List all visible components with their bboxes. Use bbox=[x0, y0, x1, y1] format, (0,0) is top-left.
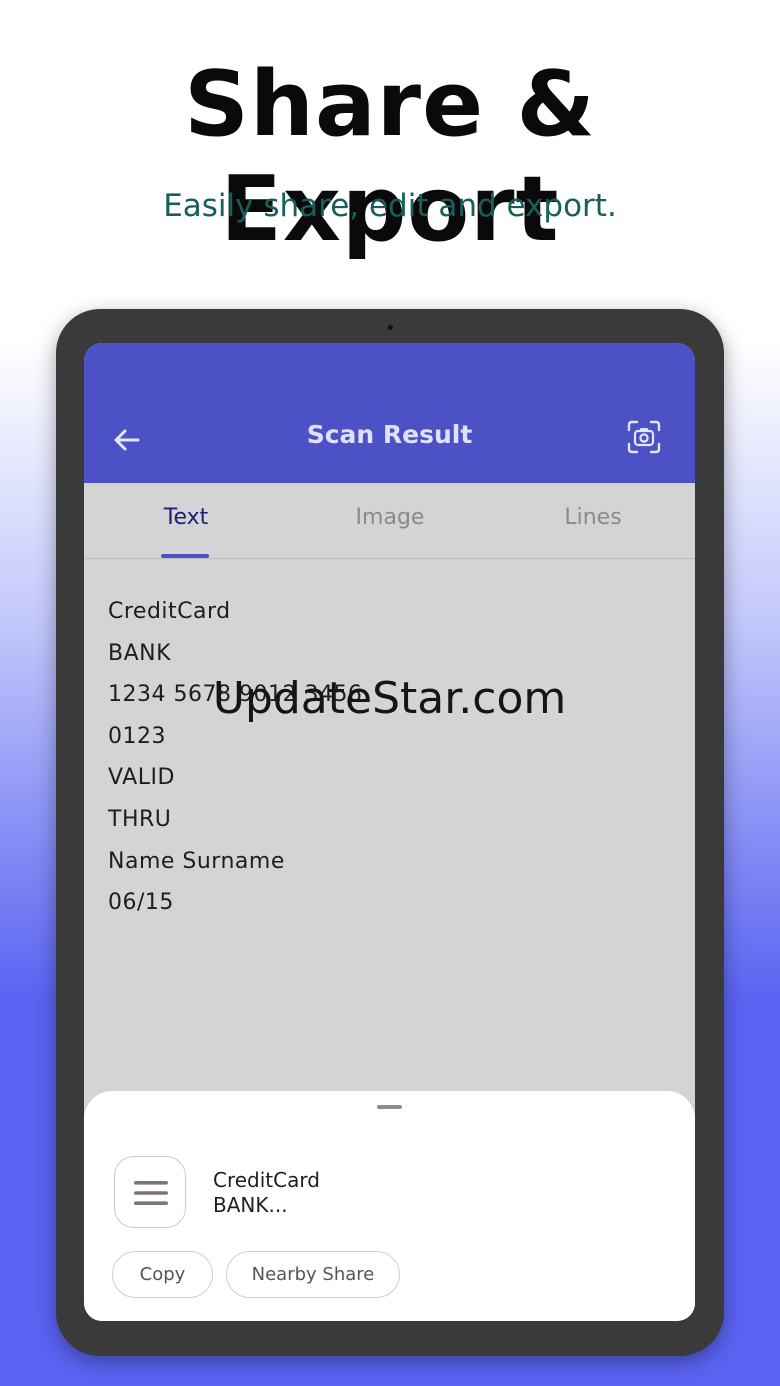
text-line: 1234 5678 9012 3456 bbox=[108, 682, 363, 708]
app-bar: Scan Result bbox=[84, 343, 695, 483]
drag-handle[interactable] bbox=[377, 1105, 402, 1109]
text-line: Name Surname bbox=[108, 848, 285, 874]
app-screen: Scan Result Text Image Lines CreditCard … bbox=[84, 343, 695, 1321]
recognized-text[interactable]: CreditCard BANK 1234 5678 9012 3456 0123… bbox=[108, 591, 668, 924]
tab-lines[interactable]: Lines bbox=[491, 505, 695, 530]
tab-text[interactable]: Text bbox=[84, 505, 288, 530]
nearby-share-button[interactable]: Nearby Share bbox=[226, 1251, 400, 1298]
text-line: 06/15 bbox=[108, 890, 174, 916]
headline: Share & Export bbox=[184, 52, 596, 262]
front-camera bbox=[388, 325, 393, 330]
text-line: VALID bbox=[108, 765, 175, 791]
subheadline: Easily share, edit and export. bbox=[163, 188, 617, 224]
preview-line: BANK... bbox=[213, 1193, 288, 1217]
camera-scan-icon[interactable] bbox=[626, 419, 662, 455]
text-lines-icon bbox=[114, 1156, 186, 1228]
share-preview-text: CreditCard BANK... bbox=[213, 1168, 320, 1218]
tab-image[interactable]: Image bbox=[288, 505, 492, 530]
text-line: BANK bbox=[108, 640, 172, 666]
tab-bar: Text Image Lines bbox=[84, 483, 695, 559]
text-line: 0123 bbox=[108, 723, 166, 749]
copy-button[interactable]: Copy bbox=[112, 1251, 213, 1298]
text-line: THRU bbox=[108, 806, 172, 832]
tablet-frame: Scan Result Text Image Lines CreditCard … bbox=[56, 309, 724, 1356]
preview-line: CreditCard bbox=[213, 1168, 320, 1192]
screen-title: Scan Result bbox=[306, 420, 473, 449]
share-sheet: CreditCard BANK... Copy Nearby Share bbox=[84, 1091, 695, 1321]
active-tab-indicator bbox=[161, 554, 209, 558]
text-line: CreditCard bbox=[108, 599, 231, 624]
